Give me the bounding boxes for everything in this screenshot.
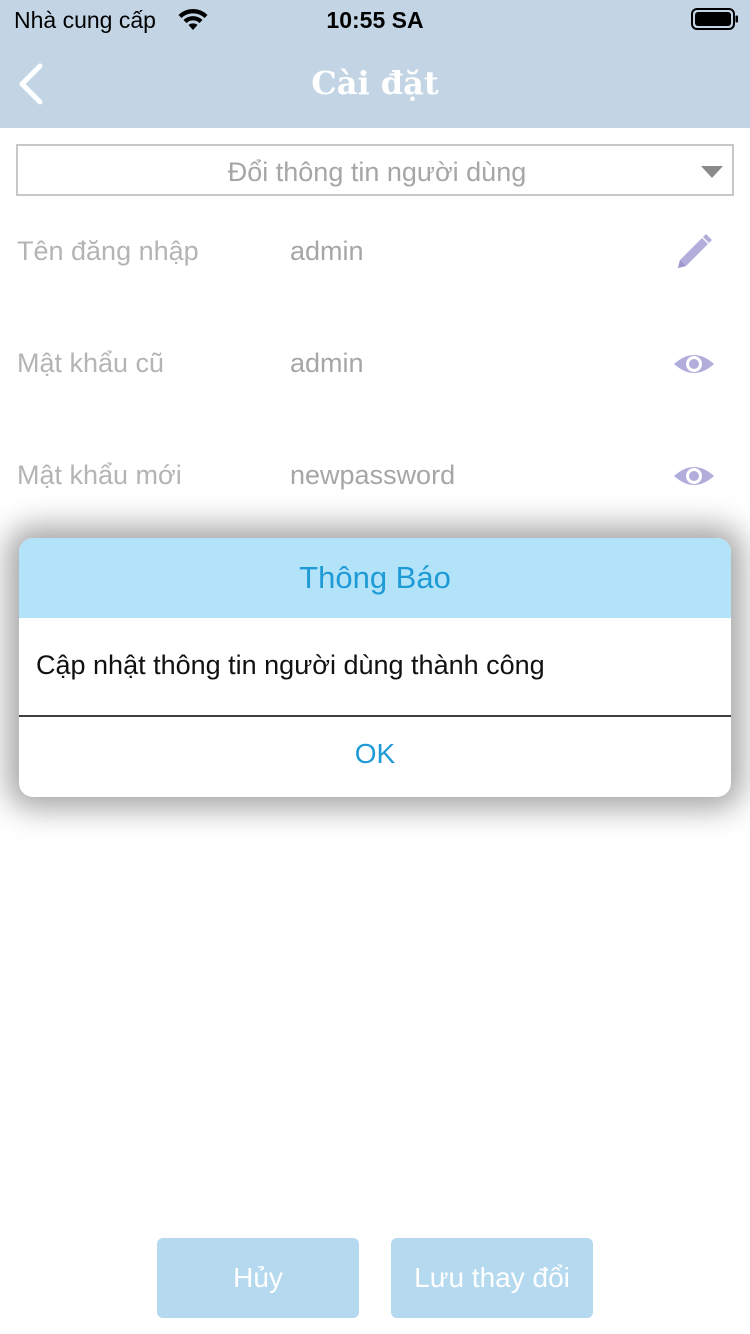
ok-button[interactable]: OK: [19, 717, 731, 797]
dialog-header: Thông Báo: [19, 538, 731, 618]
dialog-title: Thông Báo: [299, 560, 451, 595]
alert-dialog: Thông Báo Cập nhật thông tin người dùng …: [19, 538, 731, 797]
dialog-message: Cập nhật thông tin người dùng thành công: [36, 650, 545, 680]
